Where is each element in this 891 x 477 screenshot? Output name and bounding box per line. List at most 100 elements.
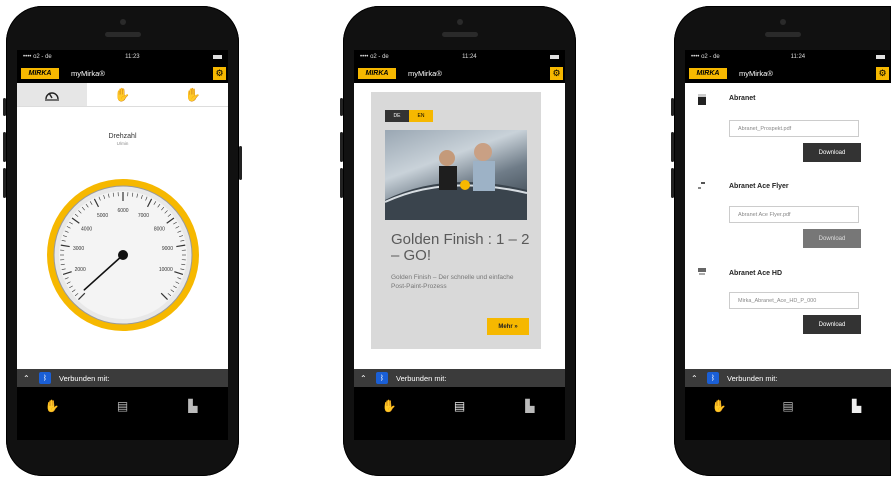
download-title: Abranet Ace Flyer — [729, 183, 789, 190]
download-filename: Abranet_Prospekt.pdf — [729, 120, 859, 137]
gauge-tick-label: 2000 — [75, 267, 86, 273]
news-headline: Golden Finish : 1 – 2 – GO! — [391, 231, 530, 264]
app-title: myMirka® — [71, 69, 105, 78]
device-icon[interactable]: ▤ — [112, 399, 132, 413]
bluetooth-icon: ᛒ — [376, 372, 388, 384]
carrier-label: •••• o2 - de — [691, 54, 720, 60]
book-icon[interactable]: ▙ — [183, 399, 203, 413]
gauge-tick-label: 5000 — [97, 213, 108, 219]
connection-label: Verbunden mit: — [59, 373, 110, 383]
news-card: DE EN Golden Finish : 1 – 2 – GO! Golden… — [371, 92, 541, 349]
product-thumbnail-icon — [698, 268, 706, 275]
news-description: Golden Finish – Der schnelle und einfach… — [391, 274, 514, 290]
gauge-unit: U/min — [116, 141, 129, 146]
carrier-label: •••• o2 - de — [360, 54, 389, 60]
tab-dust[interactable]: ✋ — [158, 83, 228, 106]
product-thumbnail-icon — [698, 182, 705, 189]
device-icon[interactable]: ▤ — [778, 399, 798, 413]
bottom-nav: ✋ ▤ ▙ — [685, 387, 891, 440]
app-title: myMirka® — [408, 69, 442, 78]
volume-down — [671, 168, 674, 198]
download-button[interactable]: Download — [803, 143, 861, 162]
screen: •••• o2 - de 11:23 MIRKA myMirka® ⚙ ✋ ✋ … — [17, 50, 228, 440]
clock-label: 11:24 — [790, 54, 806, 60]
bottom-nav: ✋ ▤ ▙ — [17, 387, 228, 440]
app-header: MIRKA myMirka® ⚙ — [17, 64, 228, 83]
hand-icon[interactable]: ✋ — [379, 399, 399, 413]
gauge-needle-hub — [118, 250, 128, 260]
gauge-title: Drehzahl — [108, 133, 137, 140]
app-title: myMirka® — [739, 69, 773, 78]
mirka-logo: MIRKA — [689, 68, 727, 79]
app-header: MIRKA myMirka® ⚙ — [354, 64, 565, 83]
gauge-tick-label: 10000 — [159, 267, 173, 273]
lang-en-button[interactable]: EN — [409, 110, 433, 122]
hand-icon[interactable]: ✋ — [709, 399, 729, 413]
earpiece-speaker — [441, 32, 478, 37]
front-camera — [119, 19, 126, 25]
language-switch: DE EN — [385, 110, 433, 122]
download-button[interactable]: Download — [803, 315, 861, 334]
connection-bar[interactable]: ⌃ ᛒ Verbunden mit: — [685, 369, 891, 387]
download-button[interactable]: Download — [803, 229, 861, 248]
mute-switch — [340, 98, 343, 116]
connection-label: Verbunden mit: — [727, 373, 778, 383]
book-icon[interactable]: ▙ — [520, 399, 540, 413]
phone-1: •••• o2 - de 11:23 MIRKA myMirka® ⚙ ✋ ✋ … — [3, 6, 242, 476]
more-button[interactable]: Mehr » — [487, 318, 529, 335]
app-header: MIRKA myMirka® ⚙ — [685, 64, 891, 83]
screen: •••• o2 - de 11:24 MIRKA myMirka® ⚙ Abra… — [685, 50, 891, 440]
download-title: Abranet Ace HD — [729, 270, 783, 277]
volume-up — [3, 132, 6, 162]
phone-2: •••• o2 - de 11:24 MIRKA myMirka® ⚙ DE E… — [340, 6, 576, 476]
workers-photo-illustration — [385, 143, 527, 220]
product-thumbnail-icon — [698, 94, 706, 105]
volume-down — [3, 168, 6, 198]
gauge-tick-label: 6000 — [117, 208, 128, 214]
volume-up — [671, 132, 674, 162]
mirka-logo: MIRKA — [21, 68, 59, 79]
carrier-label: •••• o2 - de — [23, 54, 52, 60]
screen: •••• o2 - de 11:24 MIRKA myMirka® ⚙ DE E… — [354, 50, 565, 440]
settings-gear-icon[interactable]: ⚙ — [876, 67, 889, 80]
bluetooth-icon: ᛒ — [707, 372, 719, 384]
gauge-tick-label: 4000 — [81, 227, 92, 233]
hand-icon[interactable]: ✋ — [42, 399, 62, 413]
clock-label: 11:24 — [462, 54, 477, 60]
status-bar: •••• o2 - de 11:24 — [685, 50, 891, 64]
mirka-logo: MIRKA — [358, 68, 396, 79]
battery-icon — [212, 55, 222, 59]
tab-gauge[interactable] — [17, 83, 88, 106]
download-filename: Abranet Ace Flyer.pdf — [729, 206, 859, 223]
gauge-tick-label: 8000 — [154, 227, 165, 233]
connection-bar[interactable]: ⌃ ᛒ Verbunden mit: — [17, 369, 228, 387]
chevron-up-icon[interactable]: ⌃ — [23, 374, 33, 383]
lang-de-button[interactable]: DE — [385, 110, 409, 122]
gauge-tick-label: 7000 — [138, 213, 149, 219]
volume-up — [340, 132, 343, 162]
book-icon[interactable]: ▙ — [847, 399, 867, 413]
device-icon[interactable]: ▤ — [449, 399, 469, 413]
connection-label: Verbunden mit: — [396, 373, 447, 383]
download-title: Abranet — [729, 95, 756, 102]
battery-icon — [875, 55, 885, 59]
earpiece-speaker — [764, 32, 801, 37]
gauge-icon — [45, 91, 60, 101]
earpiece-speaker — [104, 32, 141, 37]
connection-bar[interactable]: ⌃ ᛒ Verbunden mit: — [354, 369, 565, 387]
mute-switch — [3, 98, 6, 116]
settings-gear-icon[interactable]: ⚙ — [213, 67, 226, 80]
gauge-tick-label: 3000 — [73, 246, 84, 252]
hand-vibration-icon: ✋ — [114, 86, 131, 102]
download-filename: Mirka_Abranet_Ace_HD_P_000 — [729, 292, 859, 309]
bottom-nav: ✋ ▤ ▙ — [354, 387, 565, 440]
hand-dust-icon: ✋ — [184, 86, 201, 102]
tab-vibration[interactable]: ✋ — [87, 83, 157, 106]
rpm-gauge: 2000 3000 4000 5000 6000 7000 8000 9000 10000 — [47, 179, 199, 331]
volume-down — [340, 168, 343, 198]
gauge-tick-label: 9000 — [162, 246, 173, 252]
chevron-up-icon[interactable]: ⌃ — [360, 374, 370, 383]
news-photo — [385, 130, 527, 220]
settings-gear-icon[interactable]: ⚙ — [550, 67, 563, 80]
chevron-up-icon[interactable]: ⌃ — [691, 374, 701, 383]
